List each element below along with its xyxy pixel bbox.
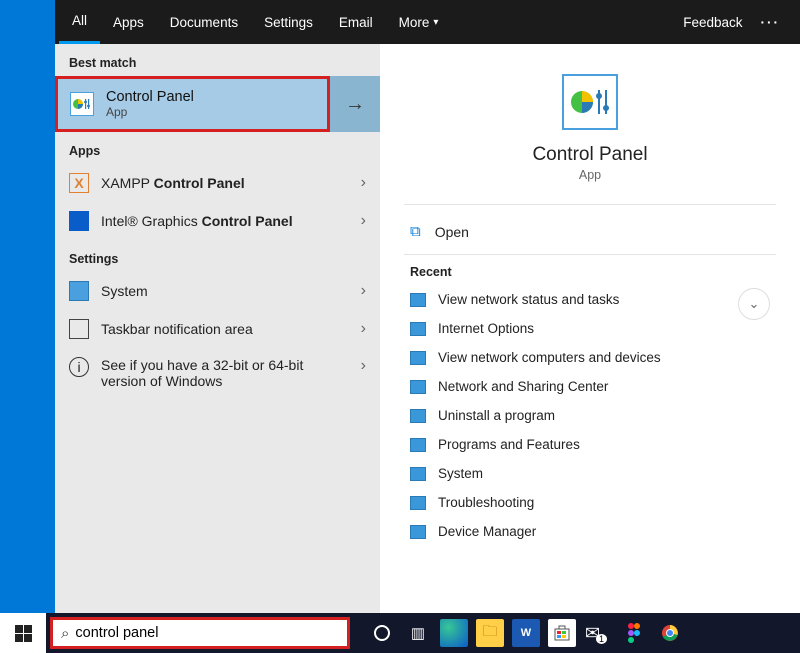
tab-documents[interactable]: Documents [157, 0, 251, 44]
best-match-row[interactable]: Control Panel App → [55, 76, 380, 132]
tab-apps[interactable]: Apps [100, 0, 157, 44]
accent-strip [0, 0, 55, 44]
results-pane: Best match Control Panel App → Apps X XA… [55, 44, 380, 613]
file-explorer-icon[interactable]: 🗀 [476, 619, 504, 647]
info-icon: i [69, 357, 89, 377]
start-menu-sidebar [0, 44, 55, 613]
taskbar: ⌕ ▥ 🗀 W ✉1 [0, 613, 800, 653]
monitor-icon [69, 281, 89, 301]
open-icon: ⧉ [410, 223, 421, 240]
control-panel-icon [70, 92, 94, 116]
feedback-link[interactable]: Feedback [683, 15, 742, 30]
recent-header: Recent [380, 255, 800, 285]
cpl-icon [410, 293, 426, 307]
chevron-right-icon: › [361, 320, 366, 338]
intel-icon [69, 211, 89, 231]
result-32-64-bit[interactable]: i See if you have a 32-bit or 64-bit ver… [55, 348, 380, 398]
result-taskbar-notification-area[interactable]: Taskbar notification area › [55, 310, 380, 348]
cpl-icon [410, 380, 426, 394]
recent-item[interactable]: Internet Options [380, 314, 800, 343]
task-view-icon[interactable]: ▥ [404, 619, 432, 647]
cpl-icon [410, 351, 426, 365]
chevron-right-icon: › [361, 174, 366, 192]
best-match-title: Control Panel [106, 89, 194, 105]
recent-item[interactable]: Programs and Features [380, 430, 800, 459]
search-icon: ⌕ [61, 625, 69, 642]
cpl-icon [410, 496, 426, 510]
settings-header: Settings [55, 240, 380, 272]
filter-tabs: All Apps Documents Settings Email More▾ [59, 0, 451, 44]
expand-actions-button[interactable]: ⌄ [738, 288, 770, 320]
detail-pane: Control Panel App ⧉ Open ⌄ Recent View n… [380, 44, 800, 613]
chevron-right-icon: › [361, 282, 366, 300]
chevron-right-icon: › [361, 212, 366, 230]
control-panel-large-icon [562, 74, 618, 130]
windows-logo-icon [15, 625, 32, 642]
cortana-icon[interactable] [368, 619, 396, 647]
result-xampp-control-panel[interactable]: X XAMPP Control Panel › [55, 164, 380, 202]
tab-email[interactable]: Email [326, 0, 386, 44]
cpl-icon [410, 322, 426, 336]
recent-item[interactable]: View network status and tasks [380, 285, 800, 314]
apps-header: Apps [55, 132, 380, 164]
cpl-icon [410, 438, 426, 452]
tab-all[interactable]: All [59, 0, 100, 44]
figma-icon[interactable] [620, 619, 648, 647]
search-filter-bar: All Apps Documents Settings Email More▾ … [0, 0, 800, 44]
result-intel-graphics-control-panel[interactable]: Intel® Graphics Control Panel › [55, 202, 380, 240]
tab-more[interactable]: More▾ [386, 0, 452, 44]
best-match-subtitle: App [106, 105, 194, 119]
microsoft-store-icon[interactable] [548, 619, 576, 647]
detail-title: Control Panel [532, 144, 647, 166]
more-options-icon[interactable]: ··· [761, 15, 781, 30]
edge-browser-icon[interactable] [440, 619, 468, 647]
detail-subtitle: App [579, 168, 601, 182]
best-match-header: Best match [55, 44, 380, 76]
chevron-down-icon: ▾ [433, 17, 438, 28]
xampp-icon: X [69, 173, 89, 193]
recent-item[interactable]: Network and Sharing Center [380, 372, 800, 401]
recent-item[interactable]: Troubleshooting [380, 488, 800, 517]
arrow-right-icon: → [345, 93, 365, 116]
cpl-icon [410, 409, 426, 423]
taskbar-icon [69, 319, 89, 339]
best-match-expand-button[interactable]: → [330, 76, 380, 132]
chrome-icon[interactable] [656, 619, 684, 647]
chevron-down-icon: ⌄ [749, 296, 760, 312]
chevron-right-icon: › [361, 357, 366, 375]
mail-icon[interactable]: ✉1 [584, 619, 612, 647]
result-system[interactable]: System › [55, 272, 380, 310]
cpl-icon [410, 525, 426, 539]
recent-item[interactable]: View network computers and devices [380, 343, 800, 372]
recent-item[interactable]: Uninstall a program [380, 401, 800, 430]
recent-item[interactable]: System [380, 459, 800, 488]
open-action[interactable]: ⧉ Open [380, 205, 800, 250]
tab-settings[interactable]: Settings [251, 0, 326, 44]
cpl-icon [410, 467, 426, 481]
recent-item[interactable]: Device Manager [380, 517, 800, 546]
taskbar-icons: ▥ 🗀 W ✉1 [368, 619, 684, 647]
search-input[interactable] [75, 625, 339, 641]
word-icon[interactable]: W [512, 619, 540, 647]
start-button[interactable] [0, 613, 46, 653]
taskbar-search-box[interactable]: ⌕ [50, 617, 350, 649]
